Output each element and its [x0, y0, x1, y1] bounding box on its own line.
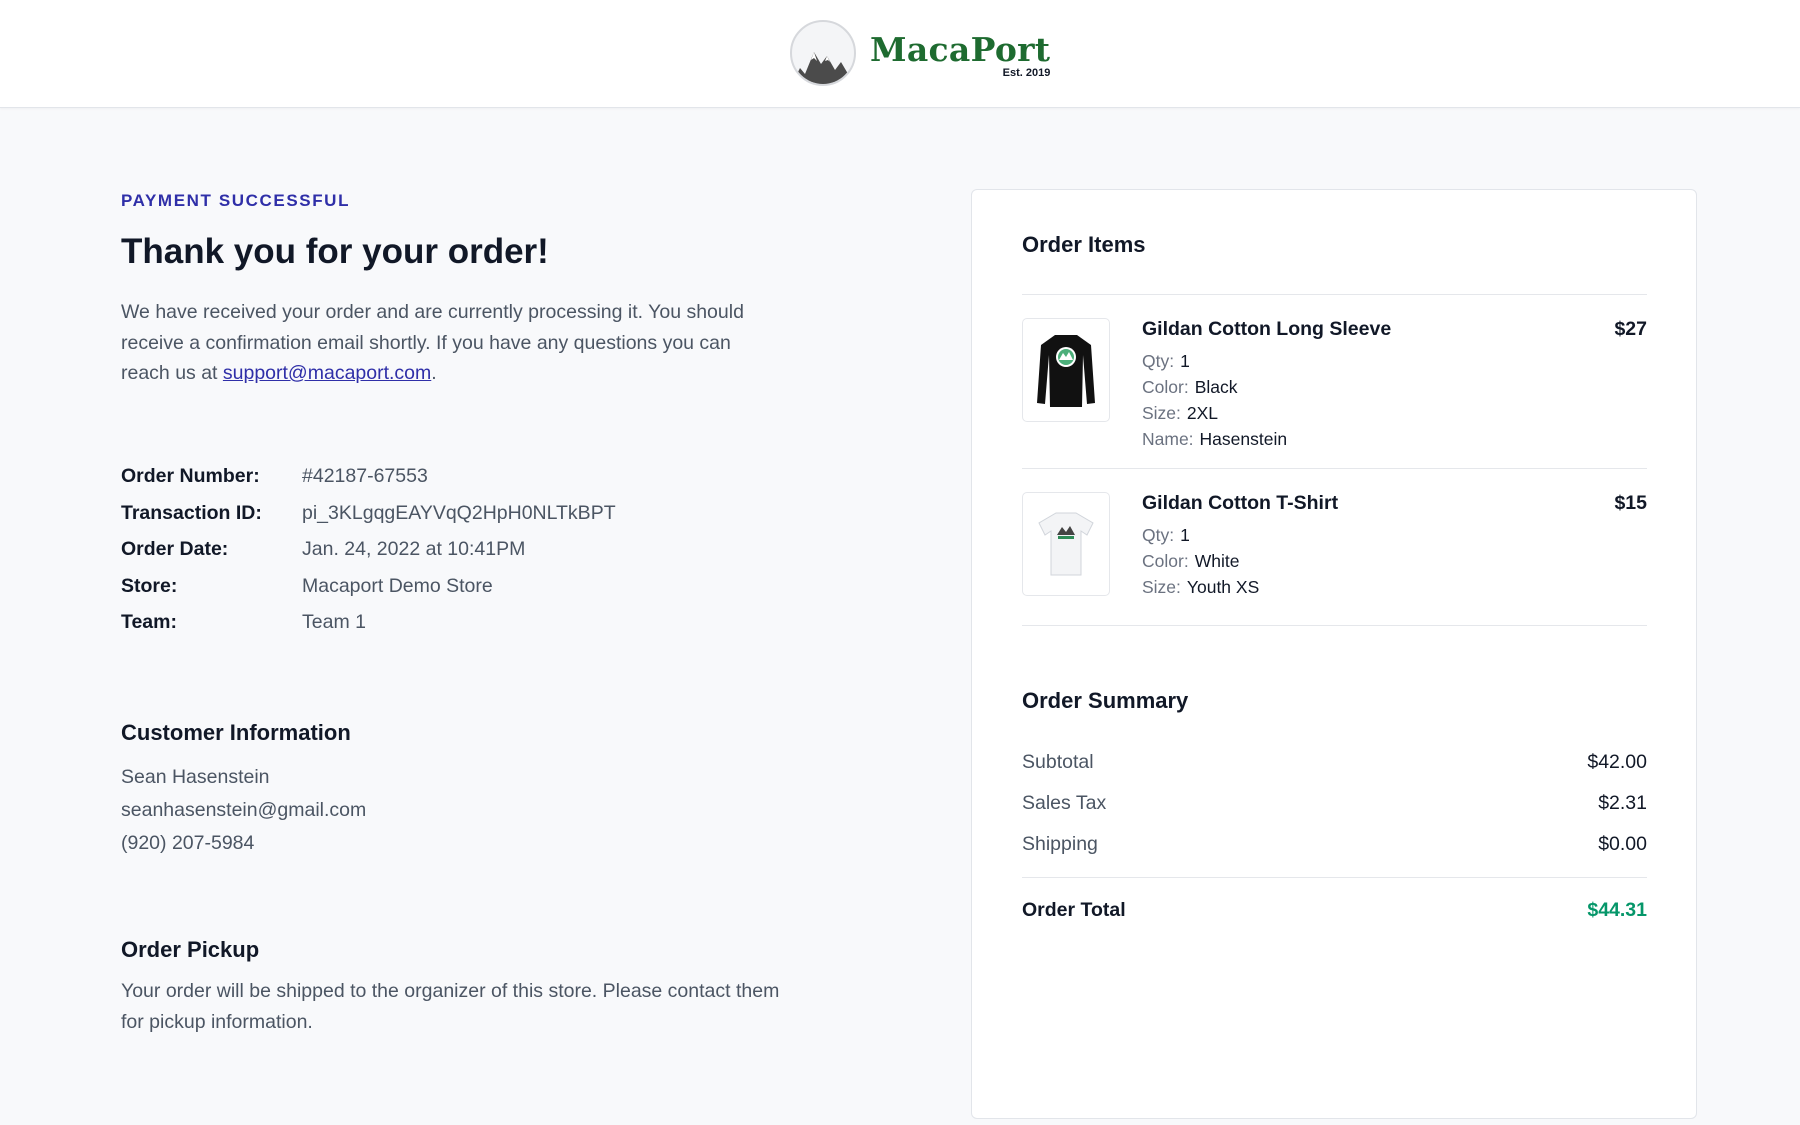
item-attr: Color: Black	[1142, 374, 1287, 400]
order-number-value: #42187-67553	[302, 465, 428, 487]
item-attr: Name: Hasenstein	[1142, 426, 1287, 452]
attr-value: 1	[1180, 351, 1190, 371]
item-attr: Qty: 1	[1142, 348, 1287, 374]
item-attr: Size: Youth XS	[1142, 574, 1259, 600]
divider	[1022, 294, 1647, 295]
attr-value: Black	[1194, 377, 1238, 397]
attr-label: Size:	[1142, 577, 1181, 597]
logo-est: Est. 2019	[1002, 67, 1051, 79]
item-attr: Qty: 1	[1142, 522, 1259, 548]
sales-tax-value: $2.31	[1598, 792, 1647, 814]
macaport-logo[interactable]: MacaPort Est. 2019	[790, 18, 1050, 88]
detail-label: Store:	[121, 574, 178, 597]
customer-info: Sean Hasenstein seanhasenstein@gmail.com…	[121, 761, 366, 860]
customer-name: Sean Hasenstein	[121, 766, 270, 788]
divider	[1022, 877, 1647, 878]
detail-row: Store: Macaport Demo Store	[121, 575, 616, 612]
attr-value: 1	[1180, 525, 1190, 545]
logo-wordmark: MacaPort Est. 2019	[870, 30, 1051, 80]
item-name: Gildan Cotton T-Shirt	[1142, 492, 1339, 514]
order-summary-heading: Order Summary	[1022, 688, 1189, 713]
attr-label: Size:	[1142, 403, 1181, 423]
item-name: Gildan Cotton Long Sleeve	[1142, 318, 1392, 340]
attr-label: Color:	[1142, 551, 1189, 571]
order-items-heading: Order Items	[1022, 232, 1146, 257]
attr-label: Name:	[1142, 429, 1194, 449]
order-card: Order Items Gildan Cotton Long Sleeve $2…	[971, 189, 1697, 1119]
order-total-value: $44.31	[1587, 899, 1647, 921]
item-price: $27	[1614, 318, 1647, 340]
divider	[1022, 468, 1647, 469]
detail-row: Team: Team 1	[121, 611, 616, 648]
detail-label: Team:	[121, 611, 177, 633]
detail-row: Order Number: #42187-67553	[121, 465, 616, 502]
payment-status-eyebrow: PAYMENT SUCCESSFUL	[121, 191, 351, 210]
detail-label: Transaction ID:	[121, 501, 262, 524]
order-total-row: Order Total $44.31	[1022, 899, 1647, 922]
shipping-row: Shipping $0.00	[1022, 833, 1647, 856]
detail-row: Transaction ID: pi_3KLgqgEAYVqQ2HpH0NLTk…	[121, 502, 616, 539]
team-value: Team 1	[302, 611, 366, 633]
black-long-sleeve-shirt-icon	[1022, 318, 1110, 422]
summary-label: Sales Tax	[1022, 792, 1107, 814]
mountain-logo-icon	[790, 20, 856, 86]
detail-row: Order Date: Jan. 24, 2022 at 10:41PM	[121, 538, 616, 575]
white-t-shirt-icon	[1022, 492, 1110, 596]
logo-name: MacaPort	[870, 30, 1051, 69]
sales-tax-row: Sales Tax $2.31	[1022, 792, 1647, 815]
order-date-value: Jan. 24, 2022 at 10:41PM	[302, 538, 526, 560]
customer-phone: (920) 207-5984	[121, 832, 255, 854]
intro-end: .	[431, 362, 437, 384]
item-attributes: Qty: 1 Color: White Size: Youth XS	[1142, 522, 1259, 600]
intro-paragraph: We have received your order and are curr…	[121, 297, 781, 389]
subtotal-value: $42.00	[1587, 751, 1647, 773]
order-total-label: Order Total	[1022, 899, 1126, 921]
order-pickup-heading: Order Pickup	[121, 937, 260, 962]
attr-value: Youth XS	[1186, 577, 1260, 597]
shipping-value: $0.00	[1598, 833, 1647, 855]
order-pickup-text: Your order will be shipped to the organi…	[121, 980, 780, 1033]
attr-label: Qty:	[1142, 351, 1175, 371]
item-attributes: Qty: 1 Color: Black Size: 2XL Name: Hasenste…	[1142, 348, 1287, 452]
item-price: $15	[1614, 492, 1647, 514]
order-details: Order Number: #42187-67553 Transaction I…	[121, 465, 616, 648]
attr-label: Color:	[1142, 377, 1189, 397]
attr-value: White	[1194, 551, 1240, 571]
summary-label: Shipping	[1022, 833, 1098, 855]
divider	[1022, 625, 1647, 626]
detail-label: Order Date:	[121, 538, 229, 560]
attr-label: Qty:	[1142, 525, 1175, 545]
site-header: MacaPort Est. 2019	[0, 0, 1800, 108]
page-title: Thank you for your order!	[121, 232, 549, 271]
detail-label: Order Number:	[121, 465, 260, 487]
subtotal-row: Subtotal $42.00	[1022, 751, 1647, 774]
store-value: Macaport Demo Store	[302, 574, 493, 597]
customer-email: seanhasenstein@gmail.com	[121, 799, 367, 821]
summary-label: Subtotal	[1022, 751, 1094, 773]
transaction-id-value: pi_3KLgqgEAYVqQ2HpH0NLTkBPT	[302, 501, 616, 524]
attr-value: Hasenstein	[1199, 429, 1288, 449]
item-attr: Color: White	[1142, 548, 1259, 574]
support-email-link[interactable]: support@macaport.com	[223, 362, 431, 384]
customer-info-heading: Customer Information	[121, 720, 351, 745]
item-attr: Size: 2XL	[1142, 400, 1287, 426]
attr-value: 2XL	[1186, 403, 1219, 423]
